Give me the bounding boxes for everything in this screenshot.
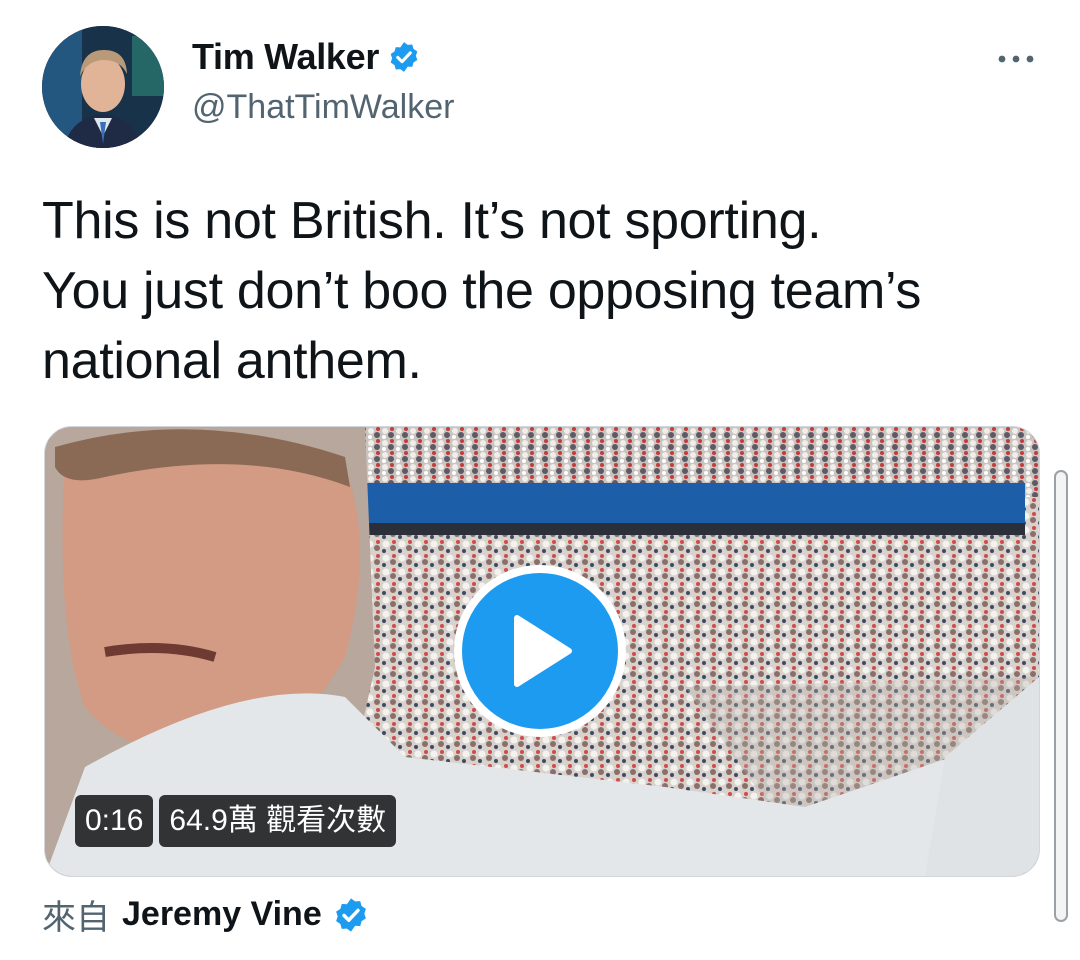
view-count-badge: 64.9萬 觀看次數 [159, 795, 397, 847]
more-options-icon[interactable] [996, 44, 1036, 74]
verified-badge-icon [387, 40, 421, 74]
attribution-source-name[interactable]: Jeremy Vine [122, 895, 322, 934]
author-handle[interactable]: @ThatTimWalker [192, 88, 454, 127]
video-badges: 0:16 64.9萬 觀看次數 [75, 795, 397, 847]
verified-badge-icon [332, 896, 370, 934]
scrollbar[interactable] [1054, 470, 1068, 922]
play-icon [514, 615, 572, 687]
play-button[interactable] [454, 565, 626, 737]
author-avatar[interactable] [42, 26, 164, 148]
tweet-text: This is not British. It’s not sporting. … [42, 192, 922, 390]
author-name-row: Tim Walker [192, 36, 421, 78]
duration-badge: 0:16 [75, 795, 154, 847]
video-attribution: 來自 Jeremy Vine [42, 890, 370, 939]
attribution-prefix: 來自 [42, 899, 110, 937]
author-name[interactable]: Tim Walker [192, 36, 379, 78]
